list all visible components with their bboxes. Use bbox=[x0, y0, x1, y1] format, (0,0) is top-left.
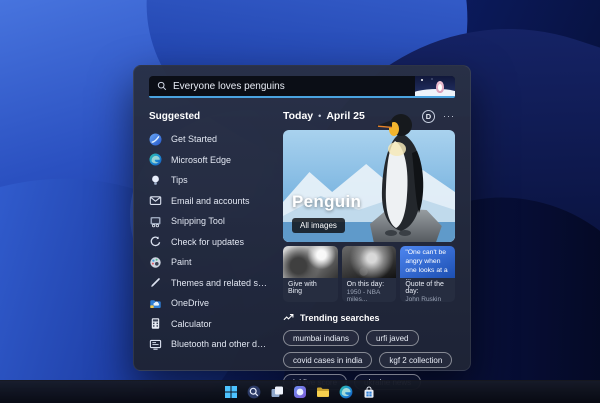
trending-title: Trending searches bbox=[300, 312, 380, 323]
taskbar-search-button[interactable] bbox=[246, 384, 263, 401]
widgets-button[interactable] bbox=[292, 384, 309, 401]
card-subtitle: 1950 - NBA miles... bbox=[346, 289, 380, 302]
today-cards: Give with Bing On this day: 1950 - NBA m… bbox=[283, 246, 456, 302]
sidebar-item-label: Bluetooth and other devices sett... bbox=[171, 339, 269, 349]
onedrive-icon bbox=[150, 299, 161, 308]
file-explorer-button[interactable] bbox=[315, 384, 332, 401]
trending-section: Trending searches mumbai indians urfi ja… bbox=[283, 312, 455, 390]
sidebar-item-label: OneDrive bbox=[171, 298, 210, 308]
sidebar-item-get-started[interactable]: Get Started bbox=[149, 132, 269, 146]
sidebar-item-label: Email and accounts bbox=[171, 195, 250, 206]
update-icon bbox=[150, 236, 161, 247]
sidebar-item-label: Tips bbox=[171, 175, 188, 185]
sidebar-item-label: Get Started bbox=[171, 134, 218, 144]
sidebar-item-label: Calculator bbox=[171, 318, 212, 329]
card-on-this-day[interactable]: On this day: 1950 - NBA miles... bbox=[341, 246, 397, 302]
paint-icon bbox=[150, 256, 161, 268]
hero-title: Penguin bbox=[292, 192, 362, 211]
sidebar-item-label: Themes and related settings bbox=[171, 277, 269, 288]
file-explorer-icon bbox=[317, 387, 329, 397]
sidebar-item-label: Check for updates bbox=[171, 236, 245, 247]
sidebar-item-microsoft-edge[interactable]: Microsoft Edge bbox=[149, 153, 269, 167]
trending-pill[interactable]: kgf 2 collection bbox=[379, 352, 453, 368]
bluetooth-devices-icon bbox=[149, 339, 162, 350]
card-quote-of-the-day[interactable]: "One can't be angry when one looks at a … bbox=[400, 246, 456, 302]
today-label: Today bbox=[283, 110, 314, 122]
search-flyout: Suggested Get Started Microso bbox=[133, 65, 471, 390]
card-title: Give with Bing bbox=[288, 281, 317, 295]
desktop: Suggested Get Started Microso bbox=[0, 0, 600, 403]
sidebar-item-bluetooth-devices[interactable]: Bluetooth and other devices sett... bbox=[149, 337, 269, 351]
penguin-illustration bbox=[376, 114, 424, 236]
search-bar[interactable] bbox=[149, 76, 455, 98]
sidebar-item-check-updates[interactable]: Check for updates bbox=[149, 235, 269, 249]
give-with-bing-image bbox=[283, 246, 338, 278]
today-section: Today • April 25 D ··· Penguin All image… bbox=[283, 108, 456, 390]
trending-icon bbox=[283, 314, 294, 321]
snipping-tool-icon bbox=[150, 216, 161, 227]
widgets-icon bbox=[294, 386, 306, 398]
all-images-button[interactable]: All images bbox=[292, 218, 345, 233]
card-give-with-bing[interactable]: Give with Bing bbox=[283, 246, 338, 302]
themes-icon bbox=[151, 278, 160, 287]
sidebar-item-label: Snipping Tool bbox=[171, 216, 225, 226]
trending-pill[interactable]: mumbai indians bbox=[283, 330, 360, 346]
store-button[interactable] bbox=[361, 384, 378, 401]
search-icon bbox=[157, 81, 167, 91]
edge-button[interactable] bbox=[338, 384, 355, 401]
sidebar-item-label: Microsoft Edge bbox=[171, 154, 232, 165]
calculator-icon bbox=[151, 318, 160, 329]
sidebar-item-snipping-tool[interactable]: Snipping Tool bbox=[149, 214, 269, 228]
today-separator: • bbox=[318, 111, 322, 121]
sidebar-item-calculator[interactable]: Calculator bbox=[149, 317, 269, 331]
card-title: Quote of the day: bbox=[405, 281, 444, 295]
windows-start-icon bbox=[225, 386, 237, 398]
card-subtitle: John Ruskin bbox=[405, 296, 442, 302]
sidebar-item-paint[interactable]: Paint bbox=[149, 255, 269, 269]
penguin-decor bbox=[436, 81, 444, 93]
card-title: On this day: bbox=[346, 281, 385, 288]
sidebar-item-themes-settings[interactable]: Themes and related settings bbox=[149, 276, 269, 290]
stars-decor bbox=[421, 79, 423, 81]
email-icon bbox=[149, 196, 162, 205]
edge-taskbar-icon bbox=[339, 385, 353, 399]
trending-pill[interactable]: urfi javed bbox=[366, 330, 419, 346]
sidebar-item-tips[interactable]: Tips bbox=[149, 173, 269, 187]
on-this-day-image bbox=[341, 246, 397, 278]
taskbar bbox=[0, 380, 600, 403]
task-view-icon bbox=[271, 386, 283, 397]
search-input[interactable] bbox=[173, 80, 455, 92]
edge-icon bbox=[149, 153, 162, 166]
start-button[interactable] bbox=[223, 384, 240, 401]
search-penguin-illustration bbox=[415, 76, 455, 96]
task-view-button[interactable] bbox=[269, 384, 286, 401]
store-icon bbox=[364, 386, 374, 398]
trending-pill[interactable]: covid cases in india bbox=[283, 352, 373, 368]
sidebar-item-label: Paint bbox=[171, 257, 192, 267]
suggested-section: Suggested Get Started Microsoft Edge Tip… bbox=[149, 108, 269, 390]
sidebar-item-email-accounts[interactable]: Email and accounts bbox=[149, 194, 269, 208]
suggested-title: Suggested bbox=[149, 111, 201, 122]
snow-decor bbox=[415, 89, 455, 96]
get-started-icon bbox=[149, 133, 162, 145]
taskbar-search-icon bbox=[247, 385, 261, 399]
today-date: April 25 bbox=[326, 110, 365, 122]
hero-card-penguin[interactable]: Penguin All images bbox=[283, 114, 455, 242]
more-options-icon[interactable]: ··· bbox=[443, 111, 455, 121]
quote-text: "One can't be angry when one looks at a … bbox=[400, 246, 456, 282]
sidebar-item-onedrive[interactable]: OneDrive bbox=[149, 296, 269, 310]
tips-icon bbox=[152, 175, 159, 185]
